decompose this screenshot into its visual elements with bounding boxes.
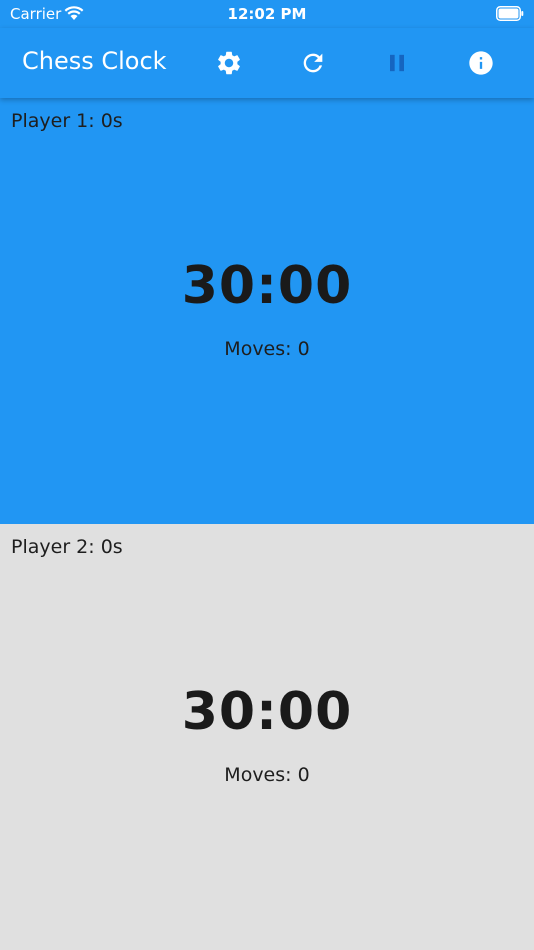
settings-button[interactable] [208, 42, 250, 84]
pause-button[interactable] [376, 42, 418, 84]
info-icon [469, 51, 493, 75]
app-bar: Chess Clock [0, 28, 534, 98]
player2-label: Player 2: 0s [11, 536, 123, 558]
player1-label: Player 1: 0s [11, 110, 123, 132]
player2-panel[interactable]: Player 2: 0s 30:00 Moves: 0 [0, 524, 534, 950]
status-time: 12:02 PM [227, 5, 307, 23]
screen: Carrier 12:02 PM Chess Clock Player 1: 0… [0, 0, 534, 950]
player1-clock: 30:00 [181, 256, 353, 316]
gear-icon [218, 51, 240, 75]
status-bar: Carrier 12:02 PM [0, 0, 534, 28]
player1-moves: Moves: 0 [224, 338, 310, 360]
player2-clock: 30:00 [181, 682, 353, 742]
player1-panel[interactable]: Player 1: 0s 30:00 Moves: 0 [0, 98, 534, 524]
refresh-icon [303, 53, 323, 73]
player2-moves: Moves: 0 [224, 764, 310, 786]
battery-icon [496, 6, 524, 21]
reset-button[interactable] [292, 42, 334, 84]
pause-icon [390, 54, 404, 72]
app-title: Chess Clock [22, 47, 167, 75]
info-button[interactable] [460, 42, 502, 84]
